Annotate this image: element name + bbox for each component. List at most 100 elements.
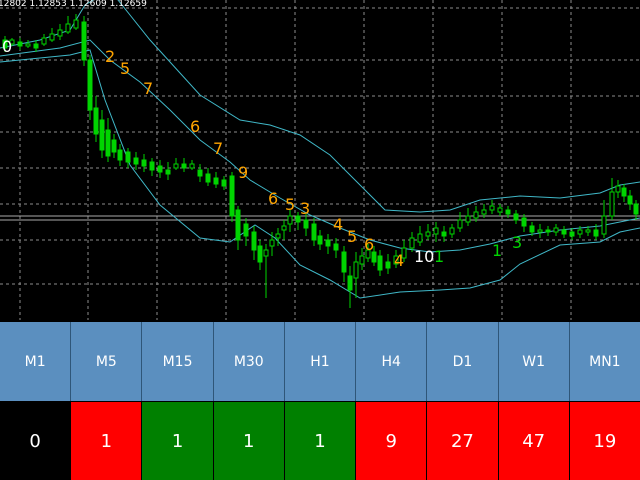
candle-body (593, 229, 599, 237)
counter-label: 6 (364, 235, 374, 254)
candle-body (341, 251, 347, 273)
candle-body (269, 239, 275, 247)
candle-body (173, 163, 179, 169)
timeframe-value-d1: 27 (427, 402, 499, 480)
timeframe-value-row: 0 1 1 1 1 9 27 47 19 (0, 402, 640, 480)
timeframe-label-m15[interactable]: M15 (142, 322, 214, 401)
candle-body (441, 231, 447, 237)
timeframe-label-h1[interactable]: H1 (284, 322, 357, 401)
candle-body (263, 249, 269, 257)
candle-body (609, 191, 615, 217)
candle-body (325, 239, 331, 247)
timeframe-panel: M1 M5 M15 M30 H1 H4 D1 W1 MN1 0 1 1 1 1 9 27 47 19 (0, 322, 640, 480)
candle-body (433, 227, 439, 235)
candle-body (513, 213, 519, 221)
candle-body (93, 107, 99, 135)
candle-body (569, 231, 575, 237)
lower-band (0, 49, 640, 299)
candle-body (99, 119, 105, 151)
candle-body (385, 261, 391, 269)
candle-body (81, 21, 87, 61)
candle-body (49, 33, 55, 41)
chart-canvas: 02576796 5 345 64 10 1 1 3 (0, 0, 640, 320)
counter-label: 3 (300, 199, 310, 218)
counter-label: 1 (434, 247, 444, 266)
candle-body (449, 227, 455, 235)
counter-label: 6 (268, 189, 278, 208)
candle-body (87, 59, 93, 111)
candle-body (287, 215, 293, 225)
candle-body (577, 229, 583, 235)
candle-body (235, 209, 241, 241)
timeframe-label-h4[interactable]: H4 (356, 322, 428, 401)
candle-body (615, 185, 621, 193)
counter-label: 6 (190, 117, 200, 136)
candle-body (333, 243, 339, 251)
candle-body (281, 225, 287, 231)
candle-body (505, 209, 511, 215)
candle-body (221, 179, 227, 187)
candle-body (117, 149, 123, 161)
timeframe-label-m5[interactable]: M5 (71, 322, 143, 401)
candle-body (257, 245, 263, 263)
candle-body (65, 23, 71, 33)
timeframe-label-d1[interactable]: D1 (427, 322, 499, 401)
candle-body (633, 203, 639, 215)
candle-body (33, 43, 39, 49)
timeframe-label-m30[interactable]: M30 (213, 322, 285, 401)
candle-body (141, 159, 147, 167)
candle-body (317, 235, 323, 245)
counter-label: 0 (2, 37, 12, 56)
candle-body (489, 205, 495, 211)
timeframe-value-mn1: 19 (569, 402, 640, 480)
candle-body (377, 255, 383, 271)
candle-body (41, 37, 47, 45)
candle-body (157, 165, 163, 173)
candle-body (197, 169, 203, 177)
timeframe-value-h4: 9 (356, 402, 428, 480)
candle-body (25, 43, 31, 47)
candle-body (473, 211, 479, 219)
candle-body (465, 215, 471, 223)
candle-body (213, 177, 219, 185)
price-chart[interactable]: 0 2 5 7 6 7 9 6 5 3 4 5 6 4 10 1 1 3 12802 1.12853 1.1260… (0, 0, 640, 320)
timeframe-value-m30: 1 (213, 402, 285, 480)
timeframe-header-row: M1 M5 M15 M30 H1 H4 D1 W1 MN1 (0, 322, 640, 401)
ohlc-readout: 12802 1.12853 1.12609 1.12659 (0, 0, 147, 9)
counter-label: 5 (285, 195, 295, 214)
counter-label: 7 (143, 79, 153, 98)
candle-body (133, 157, 139, 165)
candle-body (205, 173, 211, 183)
counter-label: 5 (120, 59, 130, 78)
counter-label: 2 (105, 47, 115, 66)
timeframe-label-mn1[interactable]: MN1 (569, 322, 640, 401)
candle-body (585, 229, 591, 233)
candle-body (553, 227, 559, 233)
candle-body (251, 231, 257, 251)
candle-body (347, 275, 353, 291)
candle-body (229, 175, 235, 217)
candle-body (189, 163, 195, 169)
counter-label: 3 (512, 233, 522, 252)
candle-body (359, 255, 365, 265)
candle-body (545, 229, 551, 233)
candle-body (57, 29, 63, 37)
counter-label: 5 (347, 227, 357, 246)
candle-body (105, 129, 111, 157)
candle-body (243, 223, 249, 237)
candle-body (481, 209, 487, 215)
counter-label: 1 (492, 241, 502, 260)
candle-body (181, 163, 187, 169)
candle-body (561, 229, 567, 235)
counter-label: 7 (213, 139, 223, 158)
timeframe-label-m1[interactable]: M1 (0, 322, 72, 401)
candle-body (73, 19, 79, 29)
timeframe-label-w1[interactable]: W1 (498, 322, 570, 401)
candle-body (497, 207, 503, 213)
candle-body (521, 217, 527, 227)
timeframe-value-h1: 1 (284, 402, 357, 480)
candle-body (537, 229, 543, 233)
candle-body (627, 195, 633, 205)
candle-body (457, 219, 463, 229)
counter-label: 4 (394, 251, 404, 270)
